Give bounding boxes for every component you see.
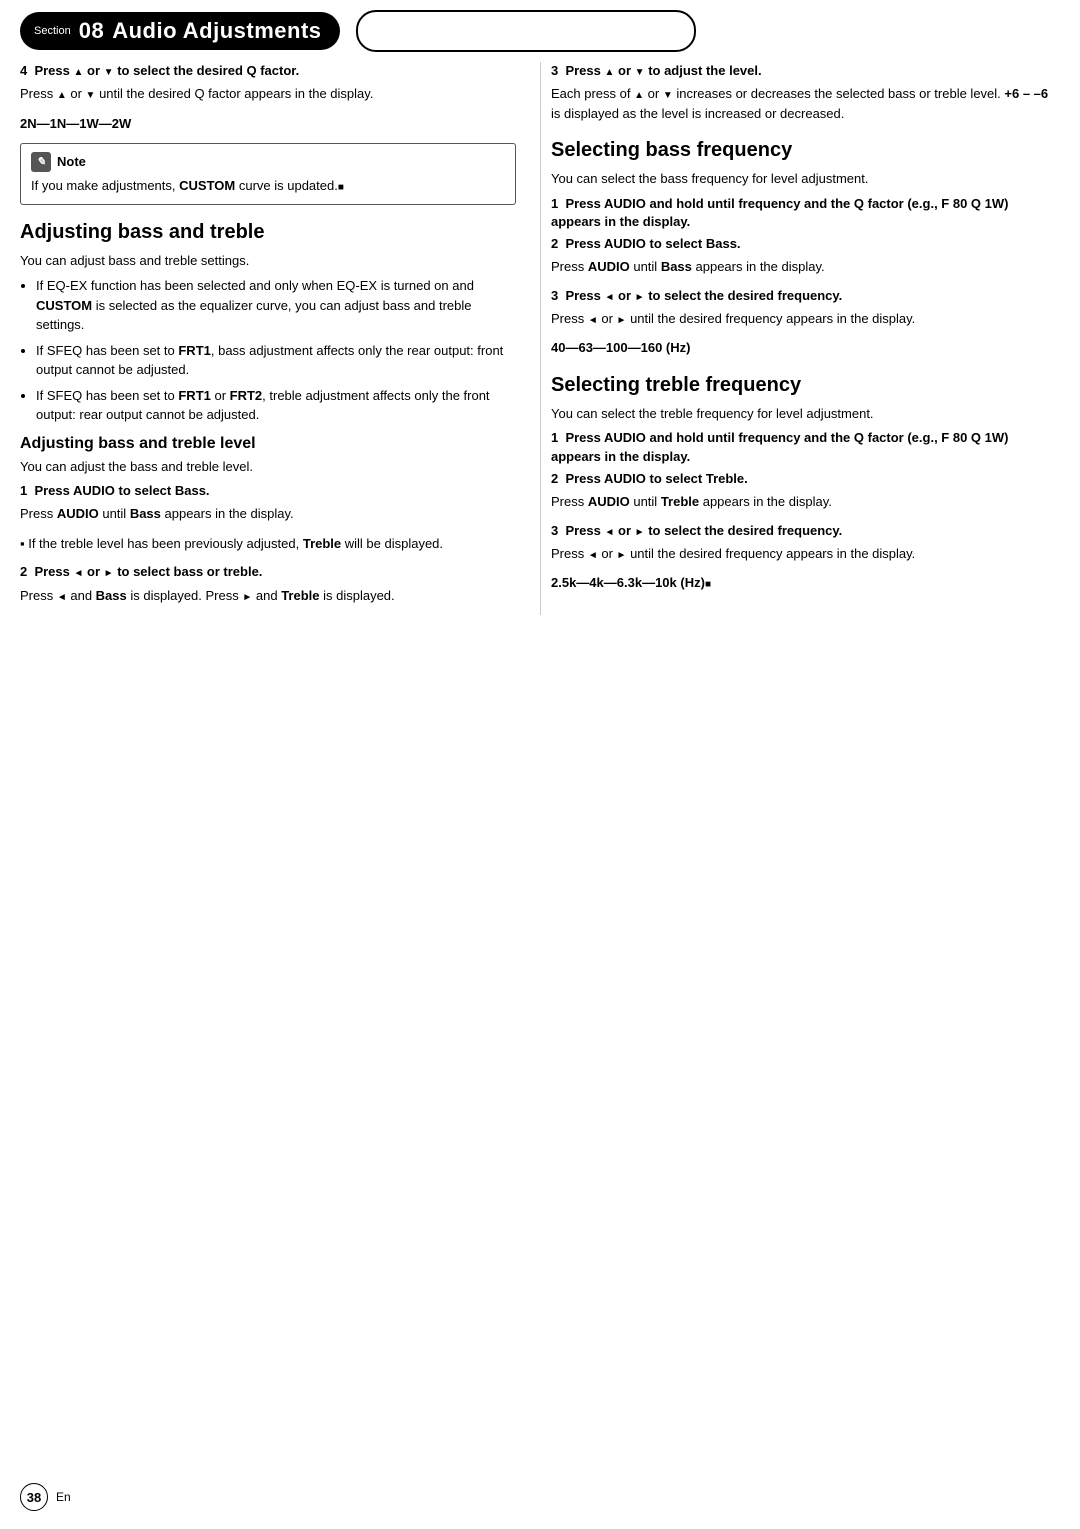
lstep1-heading: 1 Press AUDIO to select Bass. — [20, 482, 516, 500]
section2-intro: You can select the bass frequency for le… — [551, 169, 1060, 189]
language-label: En — [56, 1490, 71, 1504]
tri-left-icon6 — [588, 546, 598, 561]
rstep2-heading: 2 Press AUDIO to select Bass. — [551, 235, 1060, 253]
bullet-list: If EQ-EX function has been selected and … — [36, 276, 516, 425]
lstep2-body: Press and Bass is displayed. Press and T… — [20, 586, 516, 606]
note-body: If you make adjustments, CUSTOM curve is… — [31, 176, 505, 196]
tri-left-icon2 — [57, 588, 67, 603]
note-label: Note — [57, 152, 86, 172]
page-number: 38 — [20, 1483, 48, 1511]
section2-title: Selecting bass frequency — [551, 137, 1060, 163]
step4-heading: 4 Press or to select the desired Q facto… — [20, 62, 516, 80]
right-column: 3 Press or to adjust the level. Each pre… — [540, 62, 1060, 615]
rstep1-heading: 1 Press AUDIO and hold until frequency a… — [551, 195, 1060, 231]
rstep3b-heading: 3 Press or to select the desired frequen… — [551, 287, 1060, 305]
rstep3c-sequence: 2.5k—4k—6.3k—10k (Hz) — [551, 573, 1060, 593]
tri-right-icon4 — [617, 311, 627, 326]
stop-icon — [338, 178, 344, 193]
tri-down-icon — [104, 63, 114, 78]
tri-down-icon2 — [86, 86, 96, 101]
note-header: ✎ Note — [31, 152, 505, 172]
sub1-intro: You can adjust the bass and treble level… — [20, 457, 516, 477]
section1-title: Adjusting bass and treble — [20, 219, 516, 245]
sub1-title: Adjusting bass and treble level — [20, 435, 516, 453]
step4-heading-text: to select the desired Q factor. — [117, 63, 299, 78]
rstep2-body: Press AUDIO until Bass appears in the di… — [551, 257, 1060, 277]
step4-body: Press or until the desired Q factor appe… — [20, 84, 516, 104]
tri-right-icon2 — [242, 588, 252, 603]
note-icon: ✎ — [31, 152, 51, 172]
section-title: Audio Adjustments — [112, 18, 321, 44]
rstep2b-heading: 2 Press AUDIO to select Treble. — [551, 470, 1060, 488]
rstep3b-body: Press or until the desired frequency app… — [551, 309, 1060, 329]
page-header: Section 08 Audio Adjustments — [0, 0, 1080, 52]
tri-left-icon — [74, 564, 84, 579]
tri-up-icon3 — [605, 63, 615, 78]
tri-left-icon4 — [588, 311, 598, 326]
left-column: 4 Press or to select the desired Q facto… — [20, 62, 540, 615]
rstep3b-sequence: 40—63—100—160 (Hz) — [551, 338, 1060, 358]
tri-left-icon3 — [605, 288, 615, 303]
tri-up-icon2 — [57, 86, 67, 101]
stop-icon2 — [705, 575, 711, 590]
note-box: ✎ Note If you make adjustments, CUSTOM c… — [20, 143, 516, 205]
tri-up-icon4 — [634, 86, 644, 101]
section-badge: Section 08 Audio Adjustments — [20, 12, 340, 50]
rstep3-heading: 3 Press or to adjust the level. — [551, 62, 1060, 80]
main-content: 4 Press or to select the desired Q facto… — [0, 52, 1080, 635]
section-label: Section — [34, 25, 71, 37]
tri-right-icon6 — [617, 546, 627, 561]
lstep1-note: ▪ If the treble level has been previousl… — [20, 534, 516, 554]
rstep3c-heading: 3 Press or to select the desired frequen… — [551, 522, 1060, 540]
section3-intro: You can select the treble frequency for … — [551, 404, 1060, 424]
rstep1b-heading: 1 Press AUDIO and hold until frequency a… — [551, 429, 1060, 465]
rstep2b-body: Press AUDIO until Treble appears in the … — [551, 492, 1060, 512]
bullet-item-1: If EQ-EX function has been selected and … — [36, 276, 516, 335]
lstep1-body: Press AUDIO until Bass appears in the di… — [20, 504, 516, 524]
tri-up-icon — [74, 63, 84, 78]
tri-down-icon3 — [635, 63, 645, 78]
tri-right-icon5 — [635, 523, 645, 538]
section3-title: Selecting treble frequency — [551, 372, 1060, 398]
tri-right-icon3 — [635, 288, 645, 303]
tri-down-icon4 — [663, 86, 673, 101]
bullet-item-3: If SFEQ has been set to FRT1 or FRT2, tr… — [36, 386, 516, 425]
rstep3c-body: Press or until the desired frequency app… — [551, 544, 1060, 564]
step4-sequence: 2N—1N—1W—2W — [20, 114, 516, 134]
lstep2-heading: 2 Press or to select bass or treble. — [20, 563, 516, 581]
section1-intro: You can adjust bass and treble settings. — [20, 251, 516, 271]
header-right-box — [356, 10, 696, 52]
rstep3-body: Each press of or increases or decreases … — [551, 84, 1060, 123]
tri-right-icon — [104, 564, 114, 579]
bullet-item-2: If SFEQ has been set to FRT1, bass adjus… — [36, 341, 516, 380]
section-number: 08 — [79, 18, 104, 44]
footer: 38 En — [20, 1483, 71, 1511]
tri-left-icon5 — [605, 523, 615, 538]
